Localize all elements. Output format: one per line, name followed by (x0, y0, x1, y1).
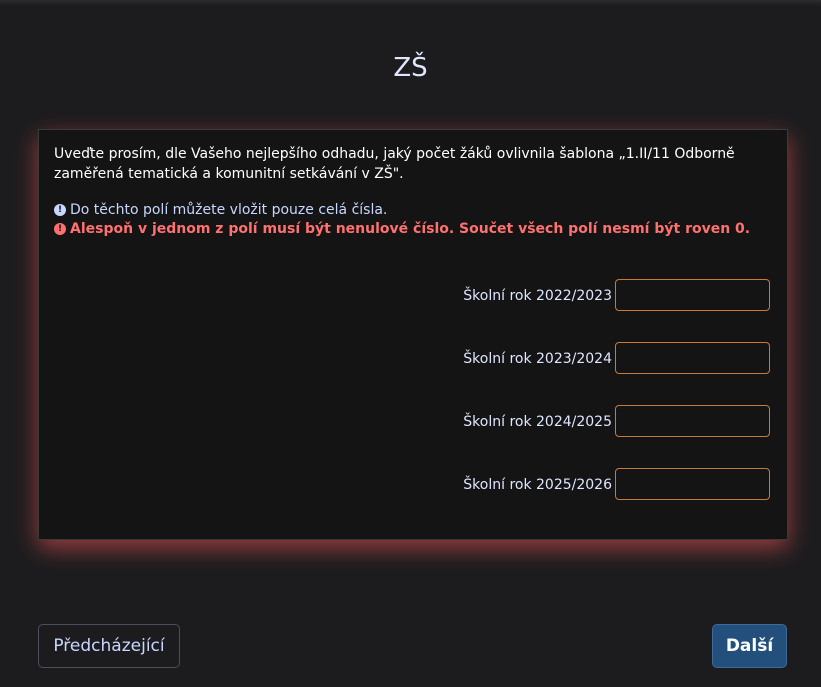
field-label: Školní rok 2024/2025 (463, 414, 612, 430)
next-button[interactable]: Další (712, 624, 787, 668)
form-row-2023: Školní rok 2023/2024 (39, 342, 787, 376)
exclamation-circle-icon: ! (54, 223, 66, 235)
count-input-2022[interactable] (615, 279, 770, 311)
info-text: Do těchto polí můžete vložit pouze celá … (70, 202, 388, 218)
error-message: ! Alespoň v jednom z polí musí být nenul… (54, 219, 750, 239)
field-label: Školní rok 2025/2026 (463, 477, 612, 493)
count-input-2023[interactable] (615, 342, 770, 374)
error-text: Alespoň v jednom z polí musí být nenulov… (70, 221, 751, 237)
form-row-2024: Školní rok 2024/2025 (39, 405, 787, 439)
previous-button[interactable]: Předcházející (38, 624, 180, 668)
page-title: ZŠ (393, 53, 428, 83)
info-message: ! Do těchto polí můžete vložit pouze cel… (54, 200, 387, 220)
field-label: Školní rok 2022/2023 (463, 288, 612, 304)
field-label: Školní rok 2023/2024 (463, 351, 612, 367)
count-input-2025[interactable] (615, 468, 770, 500)
info-circle-icon: ! (54, 204, 66, 216)
form-row-2022: Školní rok 2022/2023 (39, 279, 787, 313)
top-bar (0, 0, 821, 6)
question-text: Uveďte prosím, dle Vašeho nejlepšího odh… (54, 146, 735, 182)
form-row-2025: Školní rok 2025/2026 (39, 468, 787, 502)
question-panel: Uveďte prosím, dle Vašeho nejlepšího odh… (38, 129, 788, 540)
count-input-2024[interactable] (615, 405, 770, 437)
